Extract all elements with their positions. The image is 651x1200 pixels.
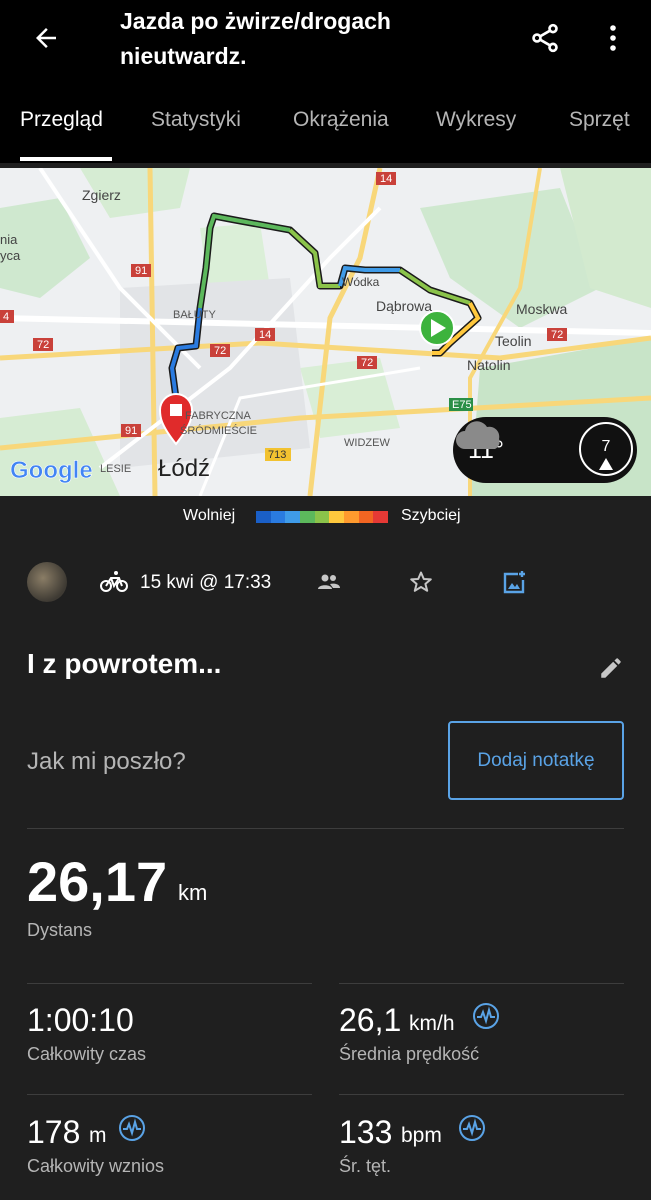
- edit-pencil-icon[interactable]: [598, 655, 624, 681]
- legend-swatch: [358, 511, 374, 523]
- share-button[interactable]: [524, 18, 566, 58]
- active-tab-indicator: [20, 157, 112, 161]
- note-prompt: Jak mi poszło?: [27, 748, 186, 775]
- place-label: Teolin: [495, 333, 532, 349]
- total-ascent-unit: m: [89, 1124, 107, 1147]
- tab-laps[interactable]: Okrążenia: [293, 108, 389, 132]
- add-photo-icon[interactable]: [502, 569, 528, 595]
- wind-direction-icon: 7: [579, 422, 633, 476]
- tab-charts[interactable]: Wykresy: [436, 108, 516, 132]
- road-shield: 713: [268, 449, 286, 461]
- tab-gear[interactable]: Sprzęt: [569, 108, 630, 132]
- avg-hr-unit: bpm: [401, 1124, 442, 1147]
- road-shield: 91: [135, 265, 147, 277]
- place-label: Moskwa: [516, 301, 568, 317]
- place-label: Wódka: [342, 275, 380, 289]
- city-label: Łódź: [158, 455, 210, 482]
- road-shield: 14: [380, 173, 392, 185]
- app-header: Jazda po żwirze/drogach nieutwardz. Prze…: [0, 0, 651, 163]
- place-label: LESIE: [100, 463, 131, 475]
- total-time-value: 1:00:10: [27, 1002, 134, 1038]
- share-icon: [532, 23, 558, 53]
- place-label: FABRYCZNA: [185, 410, 251, 422]
- divider: [27, 828, 624, 829]
- total-ascent-label: Całkowity wznios: [27, 1156, 165, 1176]
- legend-swatch: [329, 511, 345, 523]
- total-time-label: Całkowity czas: [27, 1044, 147, 1064]
- legend-swatch: [314, 511, 330, 523]
- add-note-button[interactable]: Dodaj notatkę: [448, 721, 624, 800]
- distance-unit: km: [178, 880, 208, 905]
- legend-fast-label: Szybciej: [401, 507, 461, 524]
- pulse-icon[interactable]: [118, 1114, 146, 1142]
- divider: [339, 1094, 624, 1095]
- arrow-left-icon: [36, 28, 56, 48]
- road-shield: 91: [125, 425, 137, 437]
- more-vertical-icon: [610, 25, 616, 51]
- legend-swatch: [300, 511, 315, 523]
- place-label: Zgierz: [82, 187, 121, 203]
- more-options-button[interactable]: [598, 18, 628, 58]
- road-shield: 72: [214, 345, 226, 357]
- activity-type-title: Jazda po żwirze/drogach nieutwardz.: [120, 8, 391, 69]
- tab-overview[interactable]: Przegląd: [20, 108, 103, 132]
- road-shield: E75: [452, 399, 472, 411]
- road-shield: 72: [551, 329, 563, 341]
- wind-speed-value: 7: [601, 438, 611, 455]
- speed-legend: Wolniej Szybciej: [0, 504, 651, 530]
- divider: [339, 983, 624, 984]
- avatar[interactable]: [27, 562, 67, 602]
- activity-title: I z powrotem...: [27, 648, 222, 679]
- avg-hr-value: 133: [339, 1114, 393, 1150]
- star-icon[interactable]: [409, 570, 433, 594]
- total-ascent-value: 178: [27, 1114, 81, 1150]
- place-label: ŚRÓDMIEŚCIE: [180, 424, 257, 437]
- tab-statistics[interactable]: Statystyki: [151, 108, 241, 132]
- legend-slow-label: Wolniej: [183, 507, 236, 524]
- speed-gradient-bar: [256, 511, 389, 523]
- avg-speed-value: 26,1: [339, 1002, 402, 1038]
- google-logo: Google: [10, 457, 93, 484]
- divider: [27, 983, 312, 984]
- activity-date: 15 kwi @ 17:33: [140, 572, 272, 593]
- people-icon[interactable]: [318, 573, 340, 591]
- legend-swatch: [373, 511, 389, 523]
- place-label: yca: [0, 248, 21, 263]
- place-label: nia: [0, 232, 18, 247]
- cloud-icon: [456, 421, 500, 449]
- legend-swatch: [270, 511, 286, 523]
- pulse-icon[interactable]: [458, 1114, 486, 1142]
- road-shield: 72: [37, 339, 49, 351]
- legend-swatch: [285, 511, 301, 523]
- avg-speed-unit: km/h: [409, 1012, 455, 1035]
- road-shield: 14: [259, 329, 271, 341]
- distance-label: Dystans: [27, 920, 93, 940]
- back-button[interactable]: [24, 18, 68, 58]
- avg-speed-label: Średnia prędkość: [339, 1044, 480, 1064]
- legend-swatch: [256, 511, 271, 523]
- place-label: BAŁUTY: [173, 309, 216, 321]
- pulse-icon[interactable]: [472, 1002, 500, 1030]
- weather-badge: 11° 7: [453, 417, 637, 483]
- bicycle-icon: [100, 571, 128, 592]
- tab-bar: Przegląd Statystyki Okrążenia Wykresy Sp…: [0, 100, 651, 163]
- place-label: Dąbrowa: [376, 298, 432, 314]
- avg-hr-label: Śr. tęt.: [339, 1156, 392, 1176]
- activity-meta-row: 15 kwi @ 17:33: [0, 560, 651, 606]
- place-label: Natolin: [467, 357, 511, 373]
- distance-value: 26,17: [27, 850, 168, 913]
- divider: [27, 1094, 312, 1095]
- route-map[interactable]: Zgierz nia yca Dąbrowa Wódka Moskwa Teol…: [0, 168, 651, 496]
- legend-swatch: [344, 511, 359, 523]
- place-label: WIDZEW: [344, 437, 390, 449]
- road-shield: 4: [3, 311, 9, 323]
- road-shield: 72: [361, 357, 373, 369]
- start-marker-icon: [419, 310, 455, 346]
